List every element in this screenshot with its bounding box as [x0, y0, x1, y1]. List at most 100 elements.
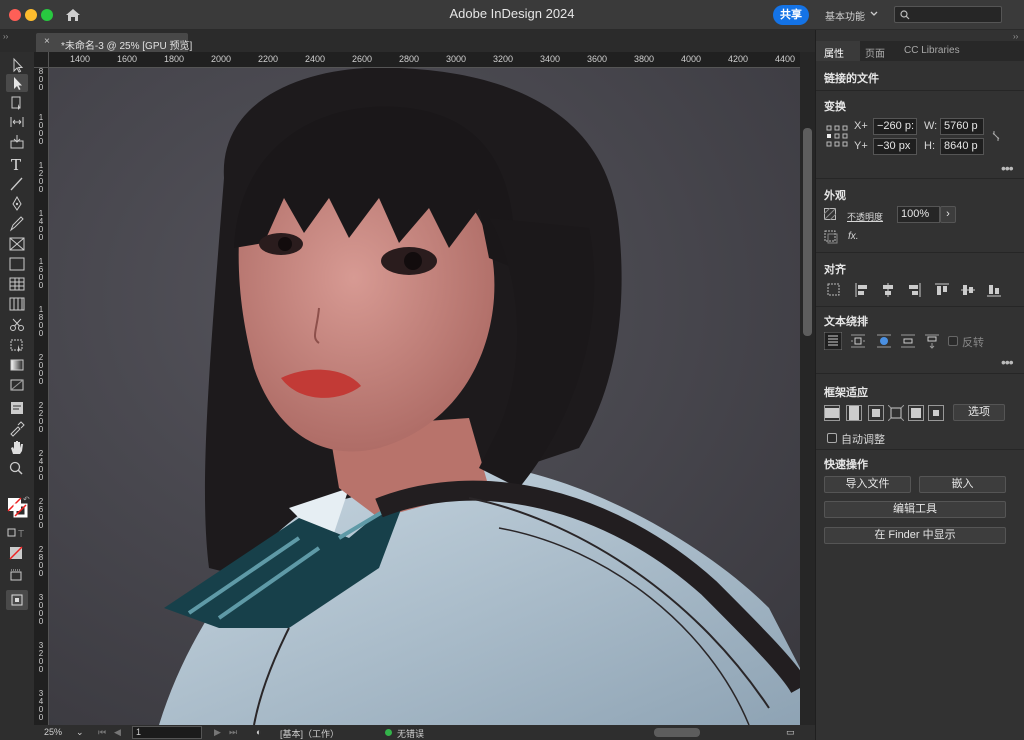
more-options-icon[interactable]: ••• [1001, 354, 1014, 370]
pen-tool-icon[interactable] [6, 195, 28, 213]
gap-tool-icon[interactable] [6, 113, 28, 131]
fitting-options-button[interactable]: 选项 [953, 404, 1005, 421]
first-page-icon[interactable]: ⏮ [98, 727, 106, 738]
content-collector-icon[interactable] [6, 133, 28, 151]
apply-none-icon[interactable] [6, 544, 28, 562]
align-bottom-icon[interactable] [986, 282, 1002, 298]
normal-view-mode-icon[interactable] [6, 590, 28, 610]
maximize-window-button[interactable] [41, 9, 53, 21]
preflight-profile-icon[interactable]: ◐ [256, 727, 261, 737]
previous-page-icon[interactable]: ◀ [114, 727, 121, 738]
reference-point-icon[interactable] [826, 125, 848, 147]
invert-checkbox[interactable] [948, 336, 958, 346]
last-page-icon[interactable]: ⏭ [229, 727, 237, 738]
page-number-field[interactable]: 1 [132, 726, 202, 739]
share-button[interactable]: 共享 [773, 5, 809, 25]
zoom-tool-icon[interactable] [6, 459, 28, 477]
opacity-field[interactable]: 100% [897, 206, 940, 223]
x-position-field[interactable]: −260 p: [873, 118, 917, 135]
ruler-tick-label: 2200 [38, 401, 44, 434]
linked-file-heading[interactable]: 链接的文件 [824, 70, 879, 86]
scissors-tool-icon[interactable] [6, 316, 28, 334]
drop-shadow-icon[interactable] [824, 230, 838, 244]
eyedropper-tool-icon[interactable] [6, 419, 28, 437]
style-profile-label[interactable]: [基本]（工作） [280, 727, 339, 740]
next-page-icon[interactable]: ▶ [214, 727, 221, 738]
note-tool-icon[interactable] [6, 399, 28, 417]
workspace-switcher[interactable]: 基本功能 [825, 8, 865, 23]
show-in-finder-button[interactable]: 在 Finder 中显示 [824, 527, 1006, 544]
auto-fit-checkbox[interactable] [827, 433, 837, 443]
tab-properties[interactable]: 属性 [824, 45, 844, 60]
table-grid-tool-icon[interactable] [6, 295, 28, 313]
fit-content-proportionally-icon[interactable] [846, 405, 862, 421]
placed-portrait-image[interactable] [49, 68, 800, 725]
line-tool-icon[interactable] [6, 175, 28, 193]
zoom-level-field[interactable]: 25% [44, 727, 62, 737]
tab-cc-libraries[interactable]: CC Libraries [904, 45, 960, 56]
more-options-icon[interactable]: ••• [1001, 160, 1014, 176]
opacity-label[interactable]: 不透明度 [847, 210, 883, 223]
document-canvas[interactable] [49, 68, 800, 725]
height-field[interactable]: 8640 p [940, 138, 984, 155]
tab-close-button[interactable]: × [44, 36, 50, 47]
chevron-down-icon[interactable]: ⌄ [76, 727, 84, 738]
ruler-tick-label: 2600 [352, 54, 373, 64]
pencil-tool-icon[interactable] [6, 215, 28, 233]
table-tool-icon[interactable] [6, 275, 28, 293]
align-top-icon[interactable] [934, 282, 950, 298]
edit-tool-button[interactable]: 编辑工具 [824, 501, 1006, 518]
fill-stroke-icon[interactable]: ↶ [6, 494, 30, 522]
align-horizontal-center-icon[interactable] [880, 282, 896, 298]
page-tool-icon[interactable] [6, 94, 28, 112]
jump-to-next-column-icon[interactable] [924, 333, 940, 349]
direct-selection-tool-icon[interactable] [6, 74, 28, 92]
collapse-panel-icon[interactable]: ›› [1013, 32, 1018, 41]
chevron-down-icon[interactable] [869, 9, 879, 19]
minimize-window-button[interactable] [25, 9, 37, 21]
width-field[interactable]: 5760 p [940, 118, 984, 135]
opacity-stepper-button[interactable]: › [940, 206, 956, 223]
wrap-around-bounding-box-icon[interactable] [850, 333, 866, 349]
document-tab[interactable]: × *未命名-3 @ 25% [GPU 预览] [36, 33, 192, 52]
vertical-scroll-thumb[interactable] [803, 128, 812, 336]
align-left-icon[interactable] [854, 282, 870, 298]
preflight-status[interactable]: 无错误 [397, 727, 424, 740]
type-tool-icon[interactable]: T [6, 155, 28, 173]
fit-content-to-frame-icon[interactable] [908, 405, 924, 421]
align-to-selection-icon[interactable] [826, 282, 842, 298]
horizontal-ruler: 1400 1600 1800 2000 2200 2400 2600 2800 3000 3200… [49, 52, 800, 68]
ruler-tick-label: 2800 [399, 54, 420, 64]
panel-layout-icon[interactable]: ▭ [786, 727, 795, 738]
content-aware-fit-icon[interactable] [868, 405, 884, 421]
selection-tool-icon[interactable] [6, 56, 28, 74]
search-input[interactable] [894, 6, 1002, 23]
y-position-field[interactable]: −30 px [873, 138, 917, 155]
home-icon[interactable] [64, 7, 82, 23]
horizontal-scroll-thumb[interactable] [654, 728, 700, 737]
import-file-button[interactable]: 导入文件 [824, 476, 911, 493]
constrain-proportions-icon[interactable] [990, 129, 1002, 143]
align-vertical-center-icon[interactable] [960, 282, 976, 298]
collapse-toolbar-icon[interactable]: ›› [3, 32, 8, 41]
wrap-around-object-shape-icon[interactable] [876, 333, 892, 349]
embed-button[interactable]: 嵌入 [919, 476, 1006, 493]
fill-frame-proportionally-icon[interactable] [824, 405, 840, 421]
close-window-button[interactable] [9, 9, 21, 21]
tab-pages[interactable]: 页面 [865, 45, 885, 60]
rectangle-tool-icon[interactable] [6, 255, 28, 273]
screen-mode-icon[interactable] [6, 566, 28, 584]
hand-tool-icon[interactable] [6, 439, 28, 457]
fx-label[interactable]: fx. [848, 231, 859, 242]
center-content-icon[interactable] [928, 405, 944, 421]
free-transform-tool-icon[interactable] [6, 336, 28, 354]
gradient-feather-tool-icon[interactable] [6, 376, 28, 394]
ruler-origin[interactable] [34, 52, 49, 68]
gradient-swatch-tool-icon[interactable] [6, 356, 28, 374]
align-right-icon[interactable] [906, 282, 922, 298]
jump-object-icon[interactable] [900, 333, 916, 349]
no-text-wrap-icon[interactable] [824, 332, 842, 350]
rectangle-frame-tool-icon[interactable] [6, 235, 28, 253]
fit-frame-to-content-icon[interactable] [888, 405, 904, 421]
formatting-affects-container-icon[interactable]: T [6, 524, 28, 542]
